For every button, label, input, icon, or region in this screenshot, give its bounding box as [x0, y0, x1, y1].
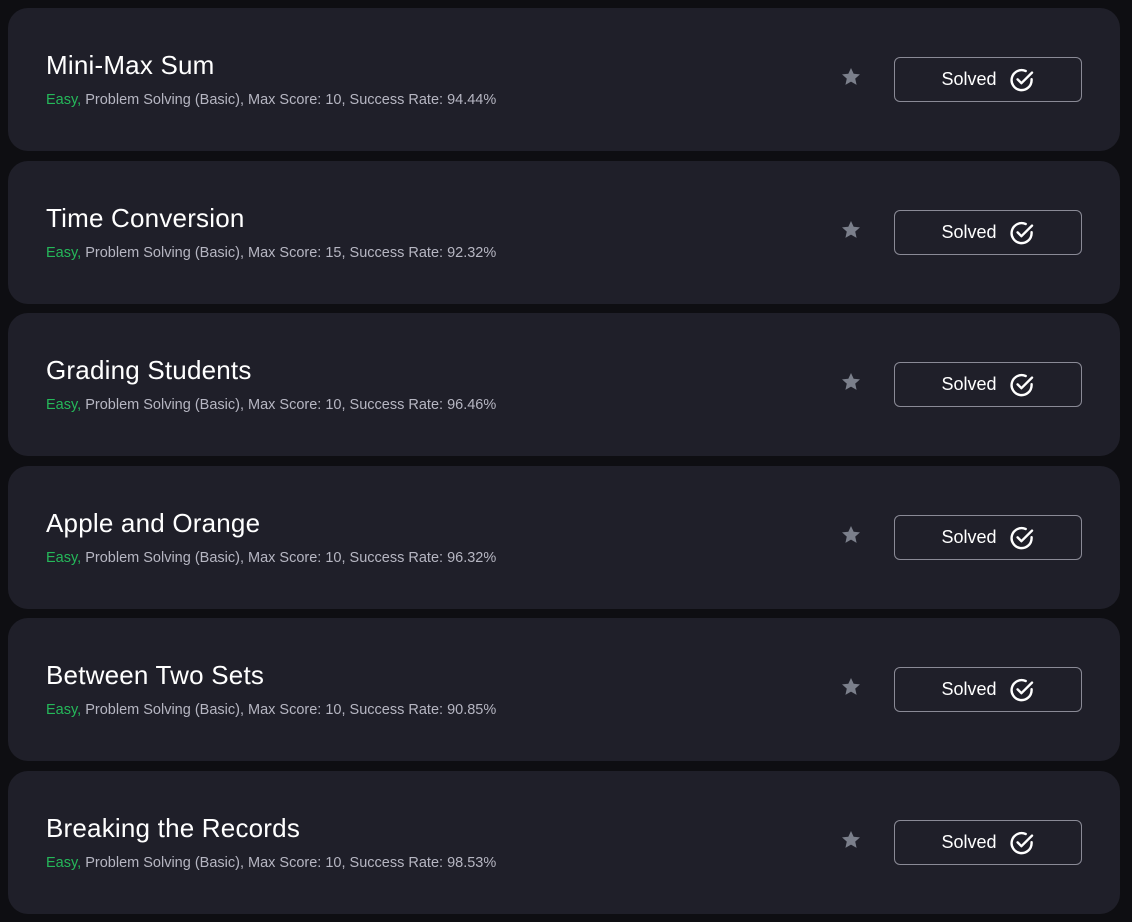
challenge-details: Problem Solving (Basic), Max Score: 15, …: [81, 245, 497, 261]
star-icon: [842, 221, 860, 238]
challenge-meta: Easy, Problem Solving (Basic), Max Score…: [46, 855, 496, 871]
star-icon: [842, 678, 860, 695]
solved-label: Solved: [941, 679, 997, 699]
challenge-title[interactable]: Apple and Orange: [46, 508, 260, 539]
bookmark-button[interactable]: [838, 217, 864, 243]
star-icon: [842, 831, 860, 848]
bookmark-button[interactable]: [838, 369, 864, 395]
solved-button[interactable]: Solved: [894, 820, 1082, 865]
solved-label: Solved: [941, 69, 997, 89]
challenge-details: Problem Solving (Basic), Max Score: 10, …: [81, 855, 497, 871]
solved-label: Solved: [941, 527, 997, 547]
challenge-meta: Easy, Problem Solving (Basic), Max Score…: [46, 702, 496, 718]
difficulty-label: Easy,: [46, 550, 82, 566]
challenge-meta: Easy, Problem Solving (Basic), Max Score…: [46, 92, 496, 108]
difficulty-label: Easy,: [46, 397, 82, 413]
challenge-meta: Easy, Problem Solving (Basic), Max Score…: [46, 397, 496, 413]
solved-label: Solved: [941, 374, 997, 394]
challenge-title[interactable]: Mini-Max Sum: [46, 50, 215, 81]
challenge-card[interactable]: Time Conversion Easy, Problem Solving (B…: [8, 161, 1120, 304]
difficulty-label: Easy,: [46, 702, 82, 718]
solved-button[interactable]: Solved: [894, 210, 1082, 255]
difficulty-label: Easy,: [46, 92, 82, 108]
check-circle-icon: [1009, 678, 1033, 701]
challenge-details: Problem Solving (Basic), Max Score: 10, …: [81, 92, 497, 108]
challenge-details: Problem Solving (Basic), Max Score: 10, …: [81, 702, 497, 718]
challenge-card[interactable]: Between Two Sets Easy, Problem Solving (…: [8, 618, 1120, 761]
solved-button[interactable]: Solved: [894, 362, 1082, 407]
check-circle-icon: [1009, 526, 1033, 549]
bookmark-button[interactable]: [838, 64, 864, 90]
challenge-card[interactable]: Grading Students Easy, Problem Solving (…: [8, 313, 1120, 456]
bookmark-button[interactable]: [838, 674, 864, 700]
bookmark-button[interactable]: [838, 522, 864, 548]
star-icon: [842, 68, 860, 85]
solved-button[interactable]: Solved: [894, 667, 1082, 712]
challenge-list: Mini-Max Sum Easy, Problem Solving (Basi…: [0, 0, 1132, 922]
challenge-meta: Easy, Problem Solving (Basic), Max Score…: [46, 245, 496, 261]
check-circle-icon: [1009, 221, 1033, 244]
difficulty-label: Easy,: [46, 245, 82, 261]
challenge-title[interactable]: Time Conversion: [46, 203, 245, 234]
bookmark-button[interactable]: [838, 827, 864, 853]
difficulty-label: Easy,: [46, 855, 82, 871]
solved-label: Solved: [941, 222, 997, 242]
challenge-card[interactable]: Breaking the Records Easy, Problem Solvi…: [8, 771, 1120, 914]
challenge-title[interactable]: Breaking the Records: [46, 813, 300, 844]
star-icon: [842, 373, 860, 390]
challenge-title[interactable]: Between Two Sets: [46, 660, 264, 691]
check-circle-icon: [1009, 831, 1033, 854]
check-circle-icon: [1009, 373, 1033, 396]
solved-button[interactable]: Solved: [894, 515, 1082, 560]
challenge-card[interactable]: Apple and Orange Easy, Problem Solving (…: [8, 466, 1120, 609]
solved-label: Solved: [941, 832, 997, 852]
solved-button[interactable]: Solved: [894, 57, 1082, 102]
star-icon: [842, 526, 860, 543]
challenge-details: Problem Solving (Basic), Max Score: 10, …: [81, 397, 497, 413]
check-circle-icon: [1009, 68, 1033, 91]
challenge-card[interactable]: Mini-Max Sum Easy, Problem Solving (Basi…: [8, 8, 1120, 151]
challenge-meta: Easy, Problem Solving (Basic), Max Score…: [46, 550, 496, 566]
challenge-details: Problem Solving (Basic), Max Score: 10, …: [81, 550, 497, 566]
challenge-title[interactable]: Grading Students: [46, 355, 252, 386]
